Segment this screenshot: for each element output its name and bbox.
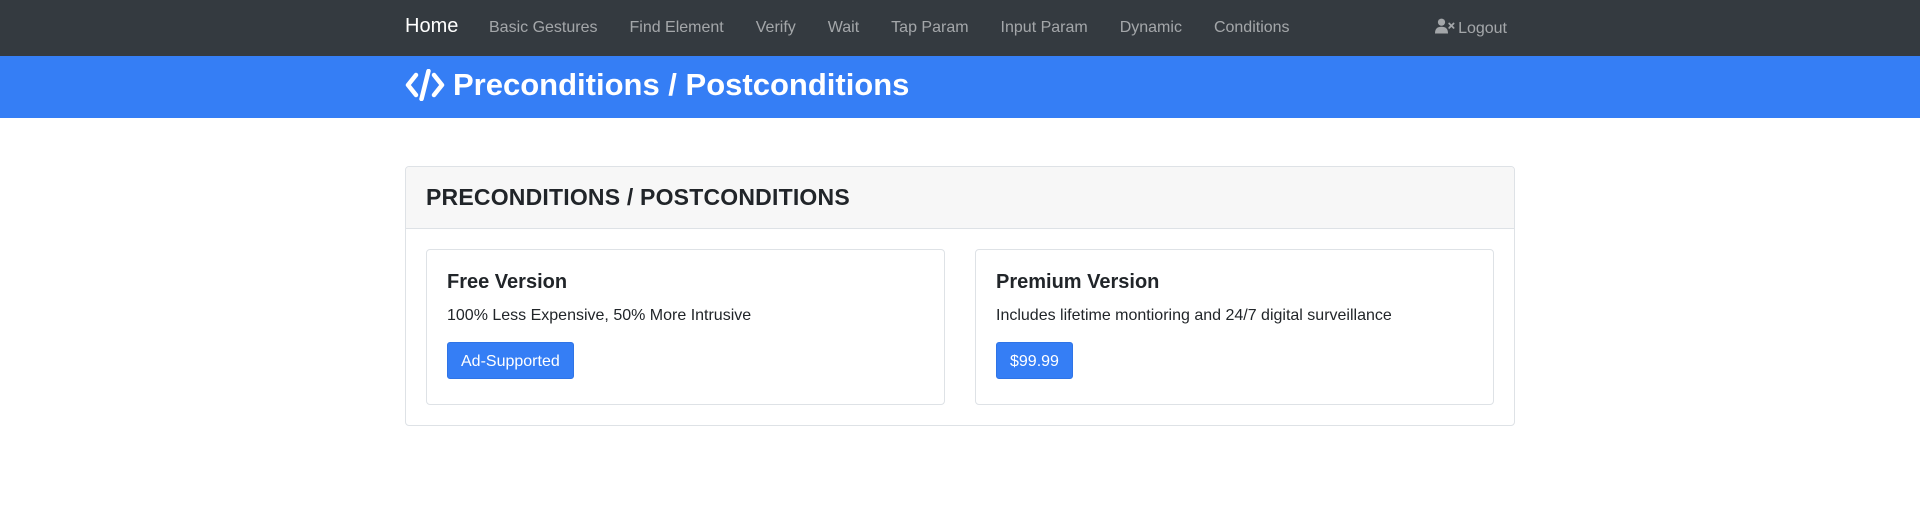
logout-label: Logout [1458, 19, 1507, 37]
nav-link-verify[interactable]: Verify [756, 19, 796, 37]
code-icon [405, 68, 445, 102]
premium-version-description: Includes lifetime montioring and 24/7 di… [996, 307, 1392, 324]
nav-link-conditions[interactable]: Conditions [1214, 19, 1290, 37]
page-header-content: Preconditions / Postconditions [405, 66, 909, 104]
free-version-title: Free Version [447, 271, 568, 293]
premium-version-card: Premium Version Includes lifetime montio… [975, 249, 1494, 405]
nav-link-tap-param[interactable]: Tap Param [891, 19, 968, 37]
card-title: PRECONDITIONS / POSTCONDITIONS [426, 184, 850, 210]
nav-link-find-element[interactable]: Find Element [629, 19, 723, 37]
nav-links: Basic Gestures Find Element Verify Wait … [489, 0, 1322, 56]
nav-link-dynamic[interactable]: Dynamic [1120, 19, 1182, 37]
home-link[interactable]: Home [405, 15, 458, 38]
logout-link[interactable]: Logout [1435, 18, 1507, 39]
navbar-container: Home Basic Gestures Find Element Verify … [405, 0, 1515, 56]
user-times-icon [1435, 18, 1458, 39]
ad-supported-button[interactable]: Ad-Supported [447, 342, 574, 379]
nav-link-wait[interactable]: Wait [828, 19, 859, 37]
premium-version-title: Premium Version [996, 271, 1160, 293]
page-header-banner: Preconditions / Postconditions [0, 56, 1920, 118]
page-title: Preconditions / Postconditions [453, 67, 910, 102]
premium-price-button[interactable]: $99.99 [996, 342, 1073, 379]
nav-link-input-param[interactable]: Input Param [1001, 19, 1088, 37]
nav-link-basic-gestures[interactable]: Basic Gestures [489, 19, 597, 37]
free-version-description: 100% Less Expensive, 50% More Intrusive [447, 307, 752, 324]
card-header: PRECONDITIONS / POSTCONDITIONS [406, 167, 1514, 229]
conditions-card: PRECONDITIONS / POSTCONDITIONS Free Vers… [405, 166, 1515, 426]
free-version-card: Free Version 100% Less Expensive, 50% Mo… [426, 249, 945, 405]
top-navbar: Home Basic Gestures Find Element Verify … [0, 0, 1920, 56]
